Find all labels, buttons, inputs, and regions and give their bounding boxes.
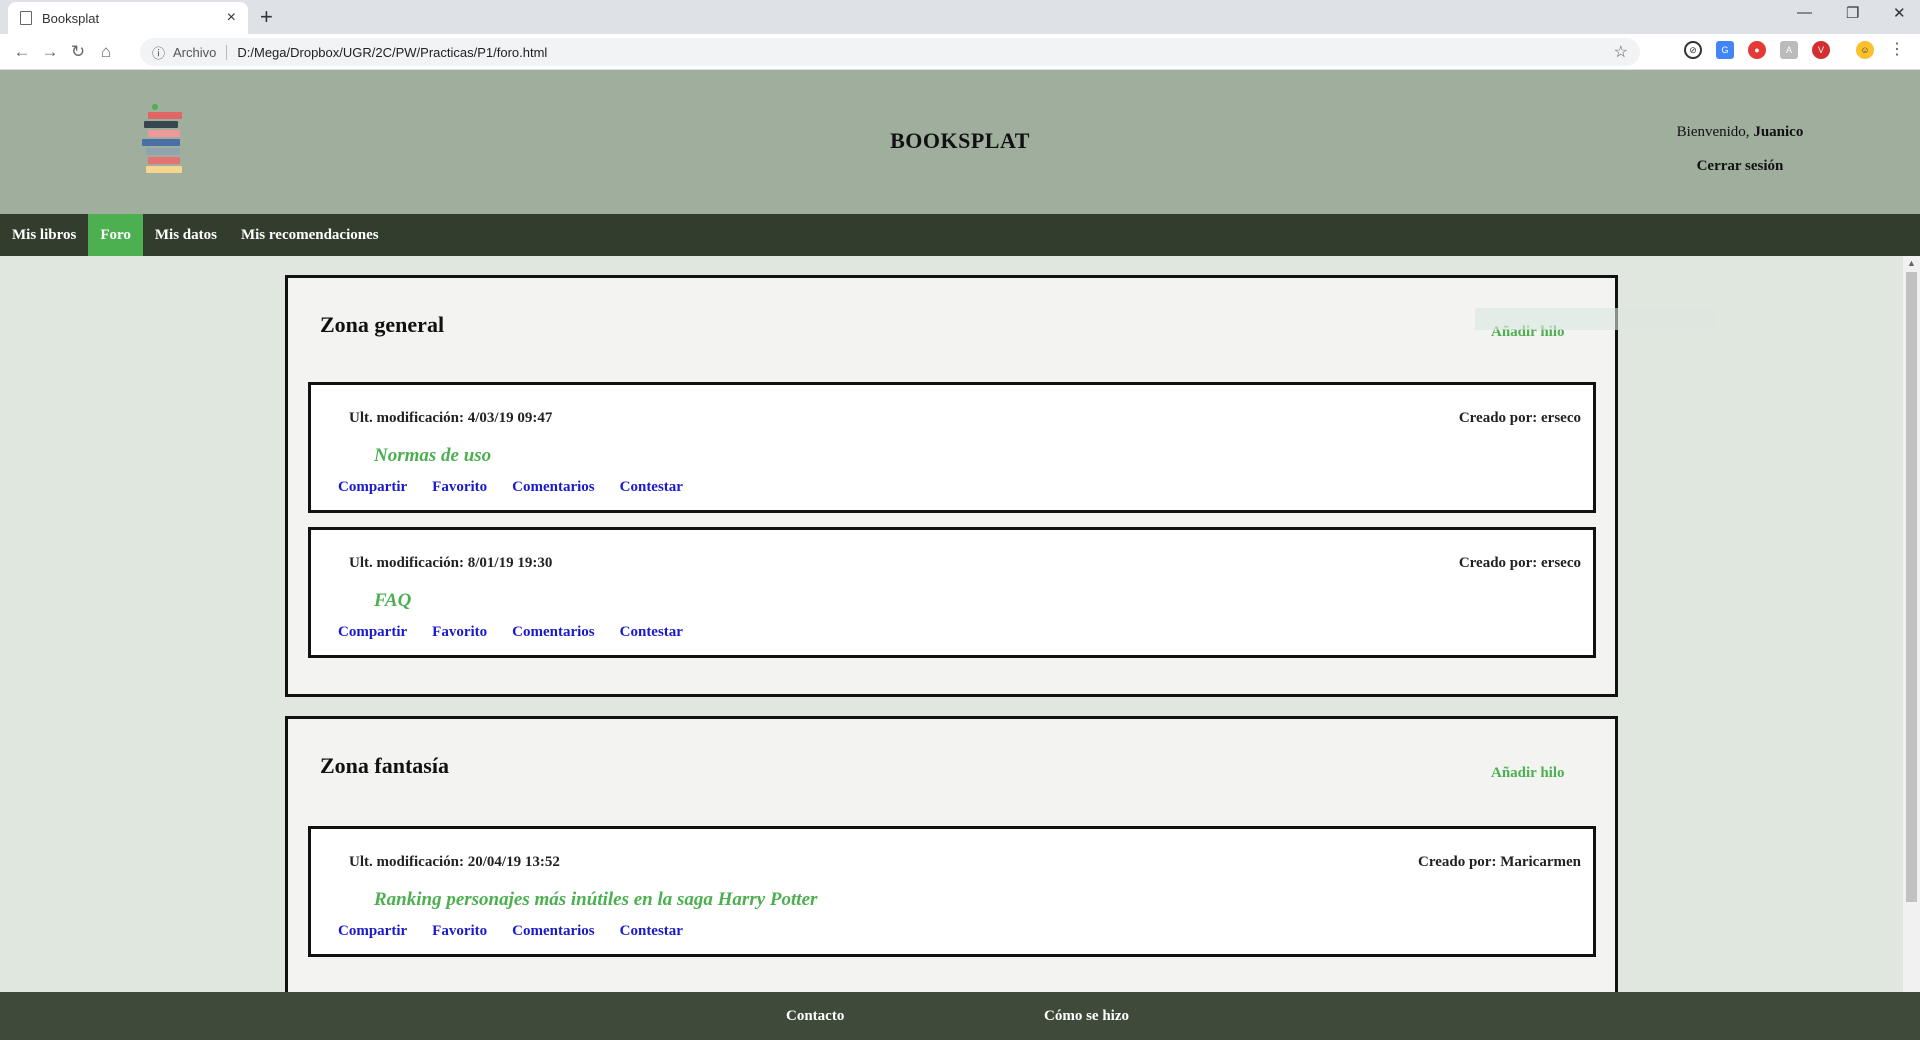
- thread-title-link[interactable]: Ranking personajes más inútiles en la sa…: [374, 889, 817, 911]
- thread-title-link[interactable]: FAQ: [374, 590, 411, 612]
- restore-icon[interactable]: ❐: [1846, 4, 1859, 22]
- info-icon[interactable]: ⓘ: [152, 43, 165, 62]
- thread-card: Ult. modificación: 8/01/19 19:30 Creado …: [308, 527, 1596, 658]
- opera-extension-icon[interactable]: ●: [1748, 41, 1766, 59]
- menu-dots-icon[interactable]: ⋮: [1888, 41, 1906, 59]
- thread-modified: Ult. modificación: 8/01/19 19:30: [349, 555, 553, 571]
- back-icon[interactable]: ←: [8, 42, 36, 62]
- forward-icon[interactable]: →: [36, 42, 64, 62]
- faded-notification: [1475, 308, 1715, 330]
- home-icon[interactable]: ⌂: [92, 42, 120, 62]
- browser-toolbar: ← → ↻ ⌂ ⓘ Archivo D:/Mega/Dropbox/UGR/2C…: [0, 34, 1920, 70]
- forum-zone: Zona general Añadir hilo Ult. modificaci…: [285, 275, 1618, 697]
- how-made-link[interactable]: Cómo se hizo: [1044, 1008, 1129, 1025]
- share-link[interactable]: Compartir: [338, 624, 407, 641]
- share-link[interactable]: Compartir: [338, 479, 407, 496]
- profile-avatar-icon[interactable]: ☺: [1856, 41, 1874, 59]
- share-link[interactable]: Compartir: [338, 923, 407, 940]
- address-url[interactable]: D:/Mega/Dropbox/UGR/2C/PW/Practicas/P1/f…: [237, 45, 547, 60]
- thread-creator: Creado por: Maricarmen: [1417, 854, 1581, 870]
- reply-link[interactable]: Contestar: [620, 624, 683, 641]
- nav-item-mis-recomendaciones[interactable]: Mis recomendaciones: [229, 214, 391, 256]
- logout-link[interactable]: Cerrar sesión: [1620, 158, 1860, 175]
- scroll-up-arrow-icon[interactable]: ▲: [1903, 258, 1920, 268]
- red-extension-icon[interactable]: V: [1812, 41, 1830, 59]
- thread-modified: Ult. modificación: 20/04/19 13:52: [349, 854, 560, 870]
- favorite-link[interactable]: Favorito: [432, 479, 487, 496]
- thread-creator: Creado por: erseco: [1458, 410, 1581, 426]
- close-tab-icon[interactable]: ×: [227, 9, 236, 27]
- reload-icon[interactable]: ↻: [64, 42, 92, 62]
- thread-actions: Compartir Favorito Comentarios Contestar: [338, 923, 683, 940]
- bookmark-star-icon[interactable]: ☆: [1614, 42, 1628, 62]
- new-tab-button[interactable]: +: [260, 4, 273, 30]
- main-nav: Mis libros Foro Mis datos Mis recomendac…: [0, 214, 1920, 256]
- nav-item-foro[interactable]: Foro: [88, 214, 143, 256]
- favorite-link[interactable]: Favorito: [432, 624, 487, 641]
- thread-modified: Ult. modificación: 4/03/19 09:47: [349, 410, 553, 426]
- reply-link[interactable]: Contestar: [620, 479, 683, 496]
- comments-link[interactable]: Comentarios: [512, 624, 595, 641]
- translate-extension-icon[interactable]: G: [1716, 41, 1734, 59]
- page-scrollbar[interactable]: ▲: [1903, 256, 1920, 992]
- grey-extension-icon[interactable]: A: [1780, 41, 1798, 59]
- forum-zone: Zona fantasía Añadir hilo Ult. modificac…: [285, 716, 1618, 1016]
- browser-tabbar: Booksplat × + — ❐ ✕: [0, 0, 1920, 34]
- username: Juanico: [1753, 124, 1804, 140]
- page-icon: [20, 11, 32, 25]
- address-bar[interactable]: ⓘ Archivo D:/Mega/Dropbox/UGR/2C/PW/Prac…: [140, 38, 1640, 66]
- nav-item-mis-datos[interactable]: Mis datos: [143, 214, 229, 256]
- scroll-thumb[interactable]: [1906, 272, 1917, 902]
- favorite-link[interactable]: Favorito: [432, 923, 487, 940]
- minimize-icon[interactable]: —: [1797, 4, 1812, 21]
- thread-actions: Compartir Favorito Comentarios Contestar: [338, 624, 683, 641]
- comments-link[interactable]: Comentarios: [512, 479, 595, 496]
- welcome-prefix: Bienvenido,: [1676, 124, 1754, 140]
- nav-item-mis-libros[interactable]: Mis libros: [0, 214, 88, 256]
- browser-tab[interactable]: Booksplat ×: [8, 2, 248, 34]
- tab-title: Booksplat: [42, 10, 100, 26]
- zone-title: Zona general: [320, 312, 445, 337]
- address-protocol: Archivo: [173, 44, 228, 60]
- site-footer: Contacto Cómo se hizo: [0, 992, 1920, 1040]
- thread-creator: Creado por: erseco: [1458, 555, 1581, 571]
- reply-link[interactable]: Contestar: [620, 923, 683, 940]
- contact-link[interactable]: Contacto: [786, 1008, 844, 1025]
- add-thread-link[interactable]: Añadir hilo: [1491, 765, 1565, 782]
- thread-card: Ult. modificación: 20/04/19 13:52 Creado…: [308, 826, 1596, 957]
- thread-title-link[interactable]: Normas de uso: [374, 445, 491, 467]
- block-extension-icon[interactable]: ⊘: [1684, 41, 1702, 59]
- welcome-text: Bienvenido, Juanico: [1620, 124, 1860, 141]
- thread-actions: Compartir Favorito Comentarios Contestar: [338, 479, 683, 496]
- thread-card: Ult. modificación: 4/03/19 09:47 Creado …: [308, 382, 1596, 513]
- comments-link[interactable]: Comentarios: [512, 923, 595, 940]
- zone-title: Zona fantasía: [320, 753, 449, 778]
- close-window-icon[interactable]: ✕: [1893, 4, 1906, 22]
